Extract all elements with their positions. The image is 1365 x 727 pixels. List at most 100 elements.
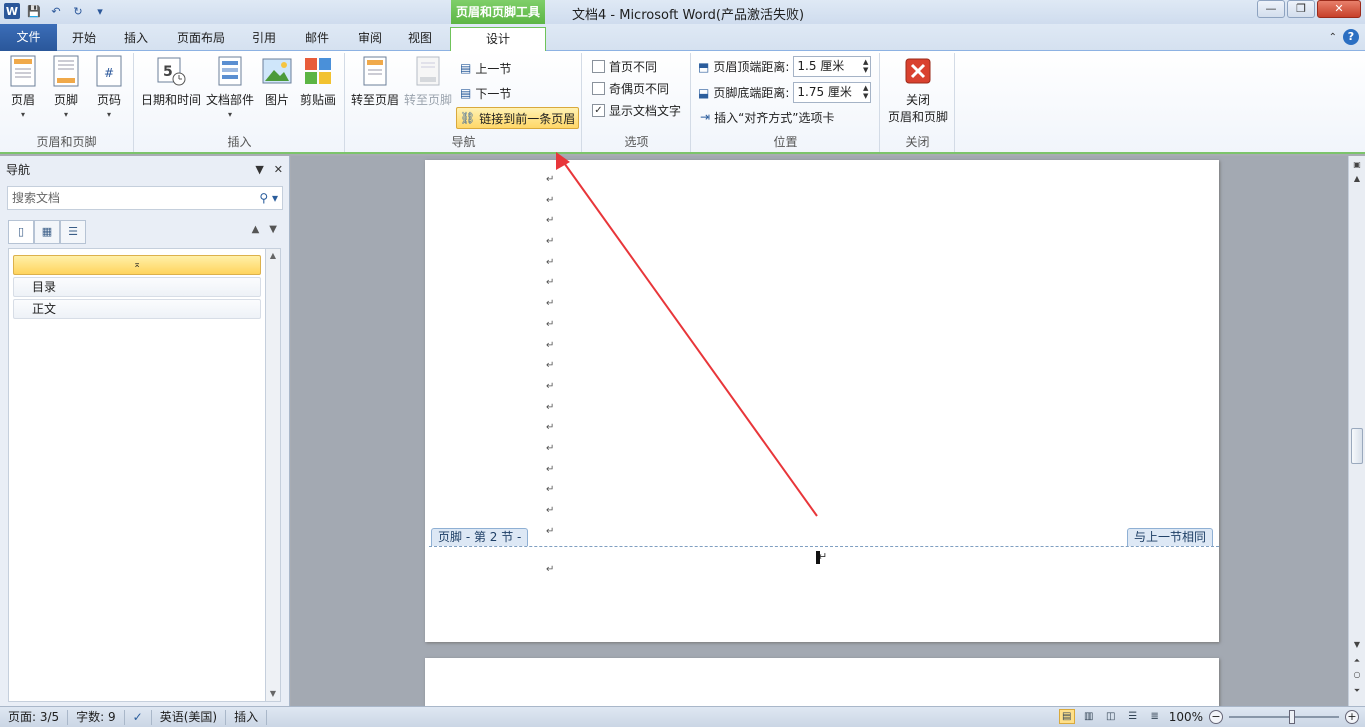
redo-icon[interactable]: ↻ [70,3,86,19]
document-page[interactable]: ↵ ↵ ↵ ↵ ↵ ↵ ↵ ↵ ↵ ↵ ↵ ↵ ↵ ↵ ↵ ↵ ↵ ↵ 页脚 - 第 2 节 - … [425,160,1219,642]
word-count[interactable]: 字数: 9 [68,709,125,725]
footer-bottom-input[interactable]: 1.75 厘米 ▲ ▼ [793,82,872,103]
document-area[interactable]: ↵ ↵ ↵ ↵ ↵ ↵ ↵ ↵ ↵ ↵ ↵ ↵ ↵ ↵ ↵ ↵ ↵ ↵ 页脚 - 第 2 节 - … [291,156,1348,706]
zoom-in-icon[interactable]: + [1345,709,1359,724]
next-result-icon[interactable]: ▼ [269,224,277,235]
header-distance-icon: ⬒ [698,59,710,74]
header-button[interactable]: 页眉 ▾ [8,55,38,119]
group-options: 首页不同 奇偶页不同 ✓ 显示文档文字 选项 [583,53,691,152]
heading-list: ⌅ 目录 正文 [8,248,266,702]
tab-page-layout[interactable]: 页面布局 [167,27,235,51]
next-document-page[interactable] [425,658,1219,706]
different-odd-even-checkbox[interactable]: 奇偶页不同 [589,77,672,99]
insert-mode-indicator[interactable]: 插入 [226,709,268,725]
zoom-slider[interactable] [1229,709,1339,724]
proofing-icon[interactable]: ✓ [125,709,152,725]
previous-section-button[interactable]: ▤ 上一节 [457,57,514,79]
previous-section-icon: ▤ [460,61,472,75]
list-item-body[interactable]: 正文 [13,299,261,319]
next-section-button[interactable]: ▤ 下一节 [457,82,514,104]
previous-page-icon[interactable]: ⏶ [1349,656,1365,666]
tab-view[interactable]: 视图 [398,27,442,51]
clip-art-button[interactable]: 剪贴画 [300,55,336,108]
word-logo-icon[interactable]: W [4,3,20,19]
headings-view-tab[interactable]: ▯ [8,220,34,244]
same-as-previous-tag: 与上一节相同 [1126,528,1213,546]
scroll-up-icon[interactable]: ▲ [1349,174,1365,183]
goto-footer-button[interactable]: 转至页脚 [404,55,452,108]
scroll-thumb[interactable] [1351,428,1363,464]
link-icon: ⛓ [460,111,476,125]
checkbox-box [592,81,605,95]
language-indicator[interactable]: 英语(美国) [152,709,227,725]
spin-arrows-icon[interactable]: ▲ ▼ [863,84,868,100]
text-cursor[interactable]: ↵ [815,550,827,564]
footer-button[interactable]: 页脚 ▾ [51,55,81,119]
tab-review[interactable]: 审阅 [348,27,392,51]
page-number-button[interactable]: # 页码 ▾ [94,55,124,119]
help-icon[interactable]: ? [1343,29,1359,45]
group-label-navigation: 导航 [451,135,476,149]
checkmark-icon: ✓ [592,103,605,117]
search-icon[interactable]: ⚲ ▾ [259,187,278,209]
status-bar: 页面: 3/5 字数: 9 ✓ 英语(美国) 插入 ▤ ▥ ◫ ☰ ≣ 100%… [0,706,1365,727]
nav-scrollbar[interactable]: ▲ ▼ [265,248,281,702]
link-to-previous-button[interactable]: ⛓ 链接到前一条页眉 [456,107,580,129]
undo-icon[interactable]: ↶ [48,3,64,19]
different-first-page-checkbox[interactable]: 首页不同 [589,55,660,77]
full-screen-reading-icon[interactable]: ▥ [1081,709,1097,724]
list-item-toc[interactable]: 目录 [13,277,261,297]
navigation-pane-title: 导航 [6,162,31,177]
browse-object-icon[interactable]: ○ [1349,670,1365,679]
list-item-selected[interactable]: ⌅ [13,255,261,275]
pane-options-icon[interactable]: ▼ [255,163,263,176]
title-bar: W 💾 ↶ ↻ ▾ 页眉和页脚工具 文档4 - Microsoft Word(产… [0,0,1365,24]
next-page-icon[interactable]: ⏷ [1349,686,1365,696]
nav-view-tabs: ▯ ▦ ☰ [8,220,86,244]
web-layout-icon[interactable]: ◫ [1103,709,1119,724]
svg-text:5: 5 [163,64,173,80]
header-top-input[interactable]: 1.5 厘米 ▲ ▼ [793,56,872,77]
close-window-button[interactable]: ✕ [1317,0,1361,18]
tab-mailings[interactable]: 邮件 [295,27,339,51]
print-layout-view-icon[interactable]: ▤ [1058,709,1075,724]
scroll-down-icon[interactable]: ▼ [1349,640,1365,649]
search-document-input[interactable]: 搜索文档 ⚲ ▾ [7,186,283,210]
tab-file[interactable]: 文件 [0,24,57,51]
draft-view-icon[interactable]: ≣ [1147,709,1163,724]
results-view-tab[interactable]: ☰ [60,220,86,244]
quick-access-toolbar: W 💾 ↶ ↻ ▾ [4,3,108,19]
close-header-footer-button[interactable]: 关闭 页眉和页脚 [887,55,949,125]
pages-view-tab[interactable]: ▦ [34,220,60,244]
outline-view-icon[interactable]: ☰ [1125,709,1141,724]
insert-alignment-tab-button[interactable]: ⇥ 插入“对齐方式”选项卡 [697,106,838,128]
footer-boundary-line [429,546,1219,547]
goto-footer-icon [413,55,443,87]
ruler-toggle-icon[interactable]: ▣ [1349,160,1365,169]
tab-design[interactable]: 设计 [450,27,546,52]
picture-button[interactable]: 图片 [262,55,292,108]
page-count[interactable]: 页面: 3/5 [0,709,69,725]
document-scrollbar[interactable]: ▣ ▲ ▼ ⏶ ○ ⏷ [1348,156,1365,706]
previous-result-icon[interactable]: ▲ [252,224,260,235]
tab-references[interactable]: 引用 [242,27,286,51]
footer-paragraph-mark: ↵ [546,564,555,575]
goto-header-button[interactable]: 转至页眉 [351,55,399,108]
minimize-ribbon-icon[interactable]: ⌃ [1329,32,1337,43]
save-icon[interactable]: 💾 [26,3,42,19]
close-red-x-icon [903,55,933,87]
zoom-out-icon[interactable]: − [1209,709,1223,724]
minimize-button[interactable]: — [1257,0,1285,18]
nav-arrows: ▲ ▼ [252,224,277,235]
date-time-button[interactable]: 5 日期和时间 [141,55,201,108]
restore-button[interactable]: ❐ [1287,0,1315,18]
zoom-level[interactable]: 100% [1169,710,1203,724]
spin-arrows-icon[interactable]: ▲ ▼ [863,58,868,74]
quick-parts-button[interactable]: 文档部件 ▾ [206,55,254,119]
zoom-slider-knob[interactable] [1289,709,1295,724]
customize-qat-icon[interactable]: ▾ [92,3,108,19]
tab-insert[interactable]: 插入 [114,27,158,51]
show-document-text-checkbox[interactable]: ✓ 显示文档文字 [589,99,684,121]
tab-home[interactable]: 开始 [62,27,106,51]
close-pane-icon[interactable]: ✕ [274,163,283,176]
